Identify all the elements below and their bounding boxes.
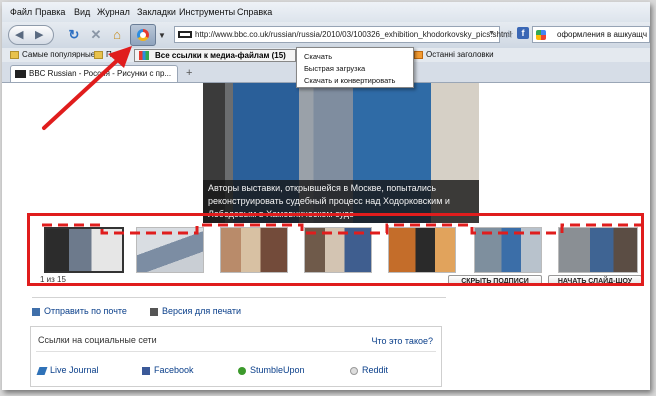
bookmark-most-visited[interactable]: Самые популярные [10, 50, 95, 59]
stop-icon[interactable]: ✕ [86, 25, 106, 45]
bookmark-star-icon[interactable]: ☆ [504, 28, 514, 41]
new-tab-button[interactable]: + [186, 67, 192, 79]
menu-help[interactable]: Справка [237, 7, 272, 17]
print-version-label: Версия для печати [162, 306, 242, 316]
social-link-label: Reddit [362, 365, 389, 375]
menu-history[interactable]: Журнал [97, 7, 130, 17]
folder-icon [94, 50, 103, 59]
social-link-facebook[interactable]: Facebook [142, 365, 194, 375]
stumbleupon-icon [238, 366, 246, 375]
tab-title: BBC Russian - Россия - Рисунки с пр... [29, 69, 172, 78]
facebook-icon [142, 366, 150, 375]
menu-view[interactable]: Вид [74, 7, 90, 17]
media-links-button[interactable]: Все ссылки к медиа-файлам (15) [134, 49, 296, 62]
bookmark-label: Пе [106, 50, 117, 59]
social-link-label: Facebook [154, 365, 194, 375]
address-bar[interactable]: http://www.bbc.co.uk/russian/russia/2010… [174, 26, 512, 43]
print-version-link[interactable]: Версия для печати [150, 306, 241, 316]
divider [32, 297, 446, 298]
back-arrow-icon[interactable]: ◀ [15, 28, 23, 41]
menu-bookmarks[interactable]: Закладки [137, 7, 176, 17]
search-text: оформления в ашкуащч [557, 30, 648, 39]
media-links-label: Все ссылки к медиа-файлам (15) [155, 51, 286, 60]
pencil-icon [36, 366, 48, 375]
url-dropdown-icon[interactable]: ▼ [488, 30, 495, 37]
menu-tools[interactable]: Инструменты [179, 7, 235, 17]
share-icon[interactable]: f [517, 27, 529, 39]
browser-window: Файл Правка Вид Журнал Закладки Инструме… [2, 2, 650, 390]
social-link-label: Live Journal [50, 365, 99, 375]
bookmark-label: Останні заголовки [426, 50, 494, 59]
send-by-email-link[interactable]: Отправить по почте [32, 306, 127, 316]
menu-item-download[interactable]: Скачать [304, 52, 332, 61]
menu-item-download-convert[interactable]: Скачать и конвертировать [304, 76, 395, 85]
search-input[interactable]: оформления в ашкуащч [532, 26, 650, 43]
rss-icon [414, 50, 423, 59]
bookmark-latest-headlines[interactable]: Останні заголовки [414, 50, 494, 59]
menu-item-quick-download[interactable]: Быстрая загрузка [304, 64, 365, 73]
download-manager-button[interactable] [130, 24, 156, 46]
bookmark-folder[interactable]: Пе [94, 50, 116, 59]
tab-bbc-russian[interactable]: BBC Russian - Россия - Рисунки с пр... [10, 65, 178, 82]
bbc-favicon-icon [178, 31, 192, 38]
home-icon[interactable]: ⌂ [107, 25, 127, 45]
social-link-label: StumbleUpon [250, 365, 305, 375]
chevron-down-icon[interactable]: ▼ [158, 31, 166, 40]
menu-bar: Файл Правка Вид Журнал Закладки Инструме… [2, 2, 650, 23]
send-by-email-label: Отправить по почте [44, 306, 127, 316]
social-link-stumbleupon[interactable]: StumbleUpon [238, 365, 305, 375]
menu-edit[interactable]: Правка [35, 7, 65, 17]
printer-icon [150, 307, 158, 316]
media-icon [139, 51, 149, 60]
download-manager-icon [137, 29, 149, 41]
url-text: http://www.bbc.co.uk/russian/russia/2010… [195, 30, 512, 39]
divider [36, 351, 436, 352]
google-icon[interactable] [536, 30, 546, 40]
forward-arrow-icon[interactable]: ▶ [35, 28, 43, 41]
mail-icon [32, 307, 40, 316]
folder-icon [10, 50, 19, 59]
social-link-reddit[interactable]: Reddit [350, 365, 388, 375]
annotation-highlight-frame [27, 213, 644, 286]
bbc-favicon-icon [15, 70, 26, 78]
reload-icon[interactable]: ↻ [64, 25, 84, 45]
social-link-livejournal[interactable]: Live Journal [36, 365, 99, 375]
reddit-icon [350, 366, 358, 375]
social-links-box: Ссылки на социальные сети Что это такое? [30, 326, 442, 387]
back-forward-group: ◀ ▶ [8, 25, 54, 45]
navigation-toolbar: ◀ ▶ ↻ ✕ ⌂ ▼ http://www.bbc.co.uk/russian… [2, 22, 650, 49]
bookmark-label: Самые популярные [22, 50, 96, 59]
menu-file[interactable]: Файл [10, 7, 32, 17]
download-context-menu: Скачать Быстрая загрузка Скачать и конве… [296, 47, 414, 88]
what-is-this-link[interactable]: Что это такое? [371, 336, 433, 346]
social-links-title: Ссылки на социальные сети [38, 335, 157, 345]
